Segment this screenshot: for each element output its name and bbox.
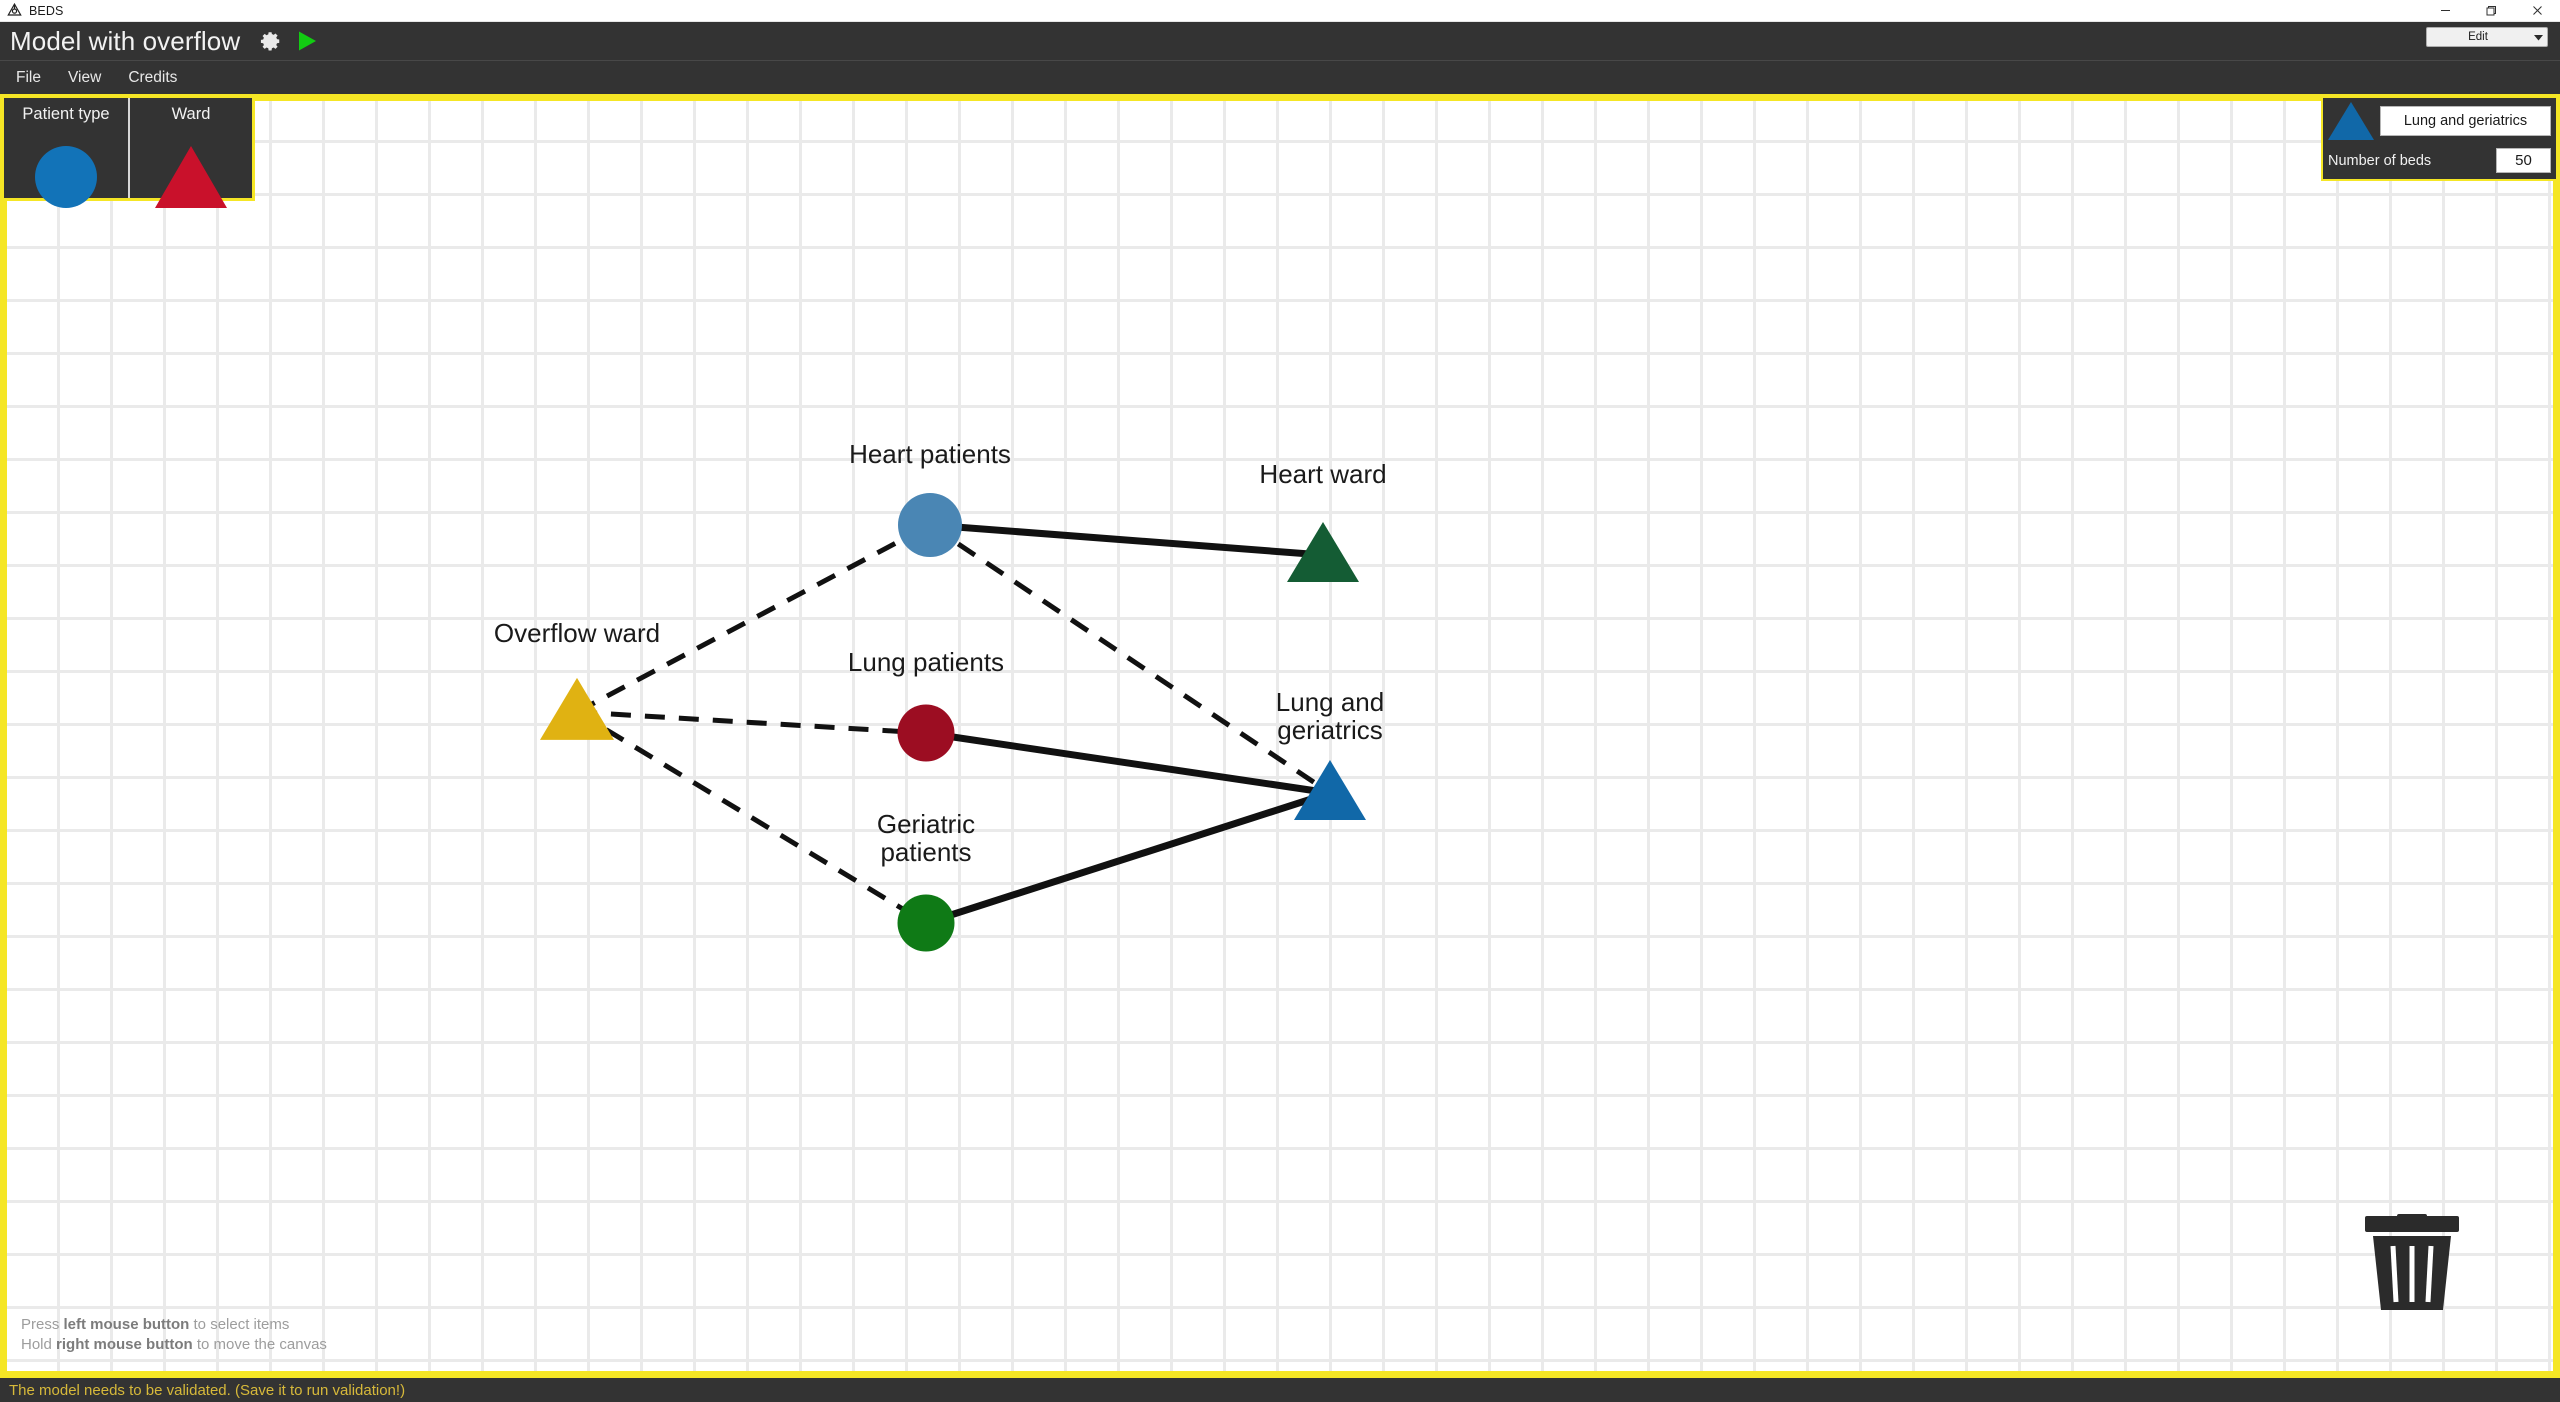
page-title: Model with overflow — [10, 26, 241, 56]
graph-node-label: Lung patients — [847, 647, 1005, 677]
hint2-bold: right mouse button — [56, 1336, 193, 1354]
chevron-down-icon — [2529, 28, 2547, 46]
header-actions — [260, 29, 319, 53]
minimize-button[interactable] — [2422, 0, 2468, 22]
graph-node-lung_patients[interactable] — [897, 704, 955, 762]
mode-select-container: Edit — [2426, 27, 2548, 47]
trash-icon[interactable] — [2359, 1214, 2465, 1317]
mode-select-value: Edit — [2468, 31, 2488, 43]
beds-logo-icon — [7, 2, 22, 18]
app-header: Model with overflow Edit — [0, 22, 2560, 60]
graph-node-overflow_ward[interactable] — [540, 677, 614, 740]
os-titlebar: BEDS — [0, 0, 2560, 22]
graph-node-label: Geriatric patients — [876, 809, 976, 868]
number-of-beds-field[interactable]: 50 — [2496, 148, 2551, 173]
element-name-field[interactable]: Lung and geriatrics — [2380, 106, 2551, 136]
hint-line-2: Hold right mouse button to move the canv… — [21, 1335, 327, 1355]
palette-triangle-icon — [130, 146, 252, 208]
hint1-suffix: to select items — [189, 1316, 290, 1334]
maximize-button[interactable] — [2468, 0, 2514, 22]
properties-beds-row: Number of beds 50 — [2328, 148, 2551, 173]
palette-item-ward[interactable]: Ward — [128, 98, 252, 208]
hint-line-1: Press left mouse button to select items — [21, 1315, 327, 1335]
hint2-suffix: to move the canvas — [192, 1336, 327, 1354]
graph-node-geriatric_pat[interactable] — [897, 894, 955, 952]
number-of-beds-label: Number of beds — [2328, 152, 2432, 169]
menu-bar: File View Credits — [0, 60, 2560, 94]
palette-item-patient-type-label: Patient type — [22, 105, 110, 123]
application-window: BEDS Model with overflow Edit File View … — [0, 0, 2560, 1402]
palette-circle-icon — [4, 146, 128, 208]
graph-node-label: Heart ward — [1259, 459, 1387, 489]
status-bar: The model needs to be validated. (Save i… — [0, 1378, 2560, 1402]
menu-item-credits[interactable]: Credits — [117, 66, 188, 90]
palette-item-patient-type[interactable]: Patient type — [4, 98, 128, 208]
hint2-prefix: Hold — [21, 1336, 57, 1354]
graph-node-label: Heart patients — [849, 439, 1011, 469]
graph-node-lung_geriatrics[interactable] — [1294, 760, 1366, 820]
hint1-prefix: Press — [21, 1316, 64, 1334]
canvas-hints: Press left mouse button to select items … — [21, 1315, 327, 1355]
validation-status-message: The model needs to be validated. (Save i… — [9, 1381, 406, 1399]
triangle-icon — [2328, 102, 2374, 140]
close-button[interactable] — [2514, 0, 2560, 22]
graph-nodes-layer: Heart patients Lung patients Geriatric pat… — [7, 101, 2553, 1371]
menu-item-view[interactable]: View — [57, 66, 112, 90]
os-window-title: BEDS — [29, 3, 64, 18]
hint1-bold: left mouse button — [63, 1316, 190, 1334]
model-canvas[interactable]: Heart patients Lung patients Geriatric pat… — [0, 94, 2560, 1378]
graph-node-heart_patients[interactable] — [898, 493, 962, 557]
graph-node-label: Lung and geriatrics — [1275, 687, 1385, 746]
graph-node-label: Overflow ward — [493, 618, 661, 648]
mode-select[interactable]: Edit — [2426, 27, 2548, 47]
play-icon[interactable] — [295, 29, 319, 53]
graph-node-heart_ward[interactable] — [1287, 522, 1359, 582]
properties-panel: Lung and geriatrics Number of beds 50 — [2321, 96, 2558, 181]
gear-icon[interactable] — [260, 30, 282, 52]
properties-name-row: Lung and geriatrics — [2328, 102, 2551, 140]
shape-palette: Patient type Ward — [1, 95, 255, 208]
menu-item-file[interactable]: File — [5, 66, 52, 90]
palette-item-ward-label: Ward — [171, 105, 211, 123]
